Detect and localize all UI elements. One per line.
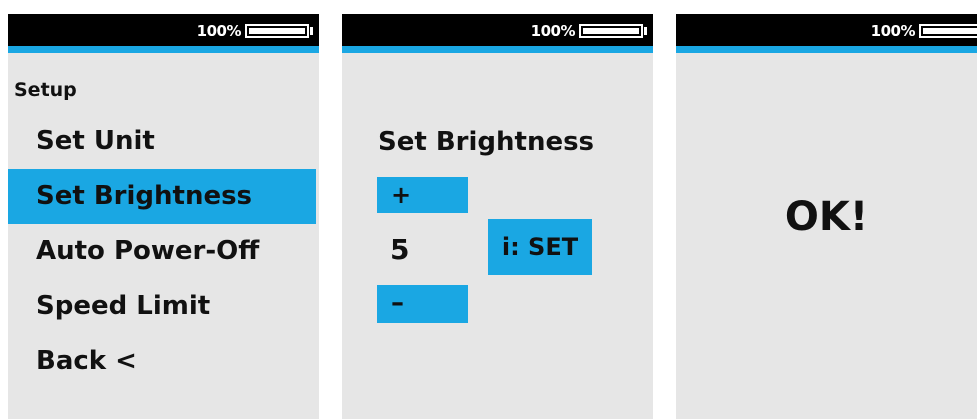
battery-indicator: 100%	[871, 21, 977, 41]
status-accent-line	[8, 46, 319, 53]
menu-item-set-unit[interactable]: Set Unit	[8, 114, 316, 169]
status-bar: 100%	[342, 14, 653, 46]
menu-item-speed-limit[interactable]: Speed Limit	[8, 279, 316, 334]
battery-icon	[919, 24, 977, 38]
battery-icon	[579, 24, 643, 38]
battery-indicator: 100%	[197, 21, 313, 41]
set-button[interactable]: i: SET	[488, 219, 592, 275]
battery-fill	[583, 28, 639, 34]
status-bar: 100%	[676, 14, 977, 46]
menu-title: Setup	[14, 79, 77, 101]
battery-percent-label: 100%	[196, 22, 242, 40]
battery-percent-label: 100%	[870, 22, 916, 40]
set-brightness-screen: 100% Set Brightness + 5 i: SET –	[342, 14, 653, 419]
battery-fill	[923, 28, 977, 34]
confirmation-screen: 100% OK!	[676, 14, 977, 419]
setup-menu-screen: 100% Setup Set Unit Set Brightness Auto …	[8, 14, 319, 419]
status-bar: 100%	[8, 14, 319, 46]
status-accent-line	[342, 46, 653, 53]
status-accent-line	[676, 46, 977, 53]
battery-tip	[644, 27, 647, 35]
brightness-title: Set Brightness	[378, 127, 595, 157]
battery-indicator: 100%	[531, 21, 647, 41]
increase-button[interactable]: +	[377, 177, 468, 213]
menu-item-auto-power-off[interactable]: Auto Power-Off	[8, 224, 316, 279]
confirmation-message: OK!	[784, 194, 869, 240]
brightness-value: 5	[390, 233, 410, 266]
menu-item-back[interactable]: Back <	[8, 334, 316, 389]
battery-tip	[310, 27, 313, 35]
battery-fill	[249, 28, 305, 34]
decrease-button[interactable]: –	[377, 285, 468, 323]
battery-percent-label: 100%	[530, 22, 576, 40]
setup-menu-list: Set Unit Set Brightness Auto Power-Off S…	[8, 114, 319, 389]
menu-item-set-brightness[interactable]: Set Brightness	[8, 169, 316, 224]
battery-icon	[245, 24, 309, 38]
